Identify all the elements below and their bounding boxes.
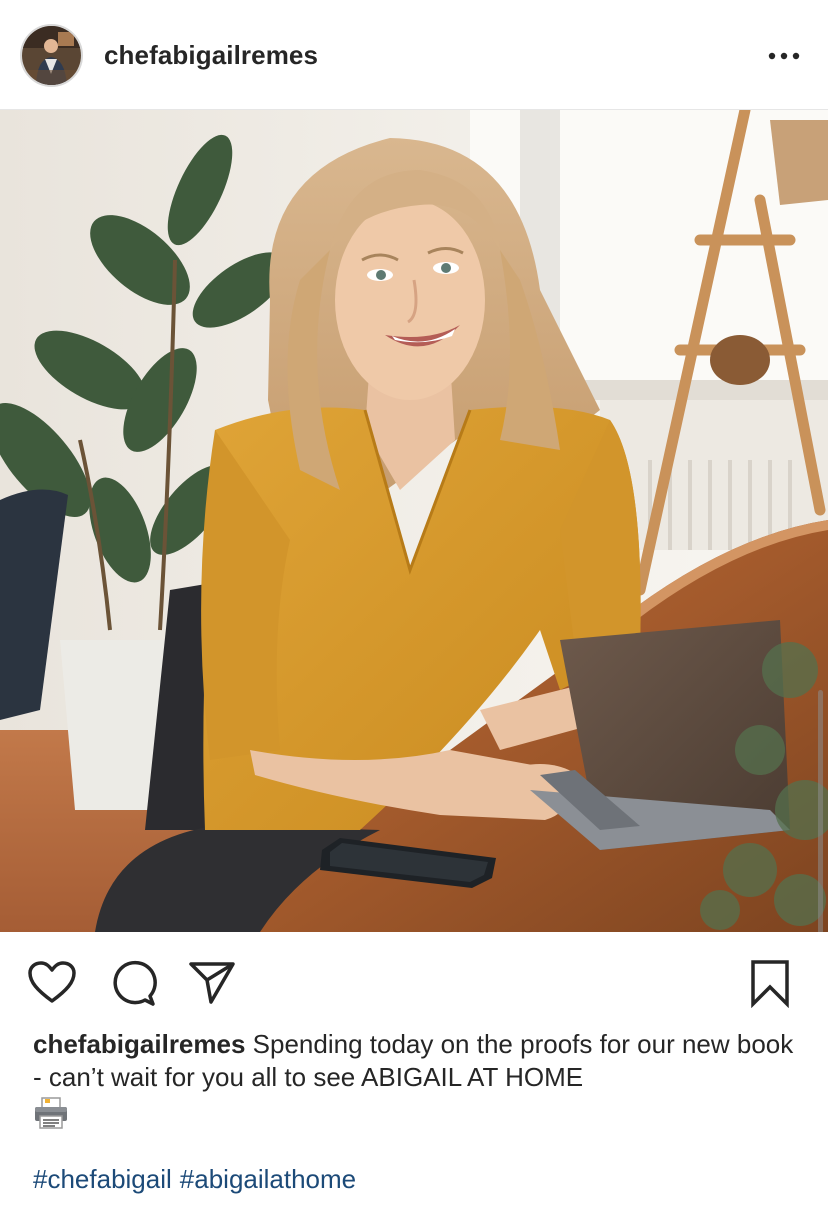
- post-caption: chefabigailremes Spending today on the p…: [33, 1028, 803, 1130]
- bookmark-icon[interactable]: [745, 958, 795, 1008]
- scrollbar[interactable]: [818, 690, 823, 932]
- profile-avatar[interactable]: [20, 24, 83, 87]
- printer-emoji-icon: [33, 1096, 69, 1130]
- caption-username[interactable]: chefabigailremes: [33, 1029, 245, 1059]
- post-header: chefabigailremes: [0, 0, 828, 110]
- hashtag-link[interactable]: #chefabigail: [33, 1164, 172, 1194]
- paper-plane-icon[interactable]: [187, 958, 237, 1008]
- heart-icon[interactable]: [27, 958, 77, 1008]
- post-actions: [0, 932, 828, 1027]
- hashtags: #chefabigail #abigailathome: [33, 1164, 364, 1195]
- comment-bubble-icon[interactable]: [107, 958, 157, 1008]
- hashtag-link[interactable]: #abigailathome: [180, 1164, 356, 1194]
- post-photo[interactable]: [0, 110, 828, 932]
- post-username[interactable]: chefabigailremes: [104, 40, 318, 71]
- more-horizontal-icon[interactable]: [762, 38, 806, 74]
